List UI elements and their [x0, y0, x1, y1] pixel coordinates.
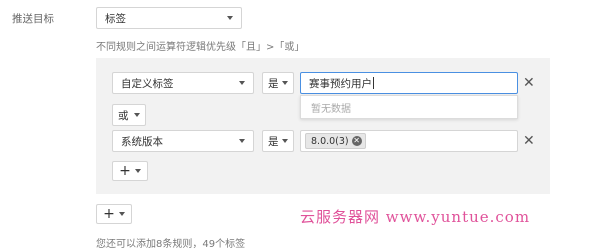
- dropdown-empty-text: 暂无数据: [311, 103, 351, 115]
- chevron-down-icon: [118, 212, 125, 216]
- chevron-down-icon: [134, 113, 140, 117]
- rule-priority-hint: 不同规则之间运算符逻辑优先级「且」>「或」: [96, 42, 305, 53]
- chevron-down-icon: [227, 16, 233, 20]
- chevron-down-icon: [282, 81, 288, 85]
- rule2-operator-select[interactable]: 是: [262, 130, 294, 152]
- rule1-remove-icon[interactable]: ✕: [523, 76, 535, 90]
- add-condition-button[interactable]: +: [112, 161, 148, 181]
- rule1-field-value: 自定义标签: [121, 77, 174, 90]
- chevron-down-icon: [239, 81, 245, 85]
- rule2-value-field[interactable]: 8.0.0(3) ✕: [300, 130, 518, 152]
- value-chip: 8.0.0(3) ✕: [305, 133, 366, 149]
- chevron-down-icon: [282, 139, 288, 143]
- rule1-field-select[interactable]: 自定义标签: [112, 72, 254, 94]
- chevron-down-icon: [239, 139, 245, 143]
- rule2-operator-value: 是: [268, 135, 279, 148]
- push-target-label: 推送目标: [12, 13, 54, 25]
- add-rule-button[interactable]: +: [96, 204, 132, 224]
- value-chip-text: 8.0.0(3): [311, 135, 349, 147]
- rule1-operator-value: 是: [268, 77, 279, 90]
- join-operator-value: 或: [118, 109, 129, 122]
- rule1-value-text: 赛事预约用户: [309, 77, 372, 90]
- plus-icon: +: [103, 206, 115, 222]
- rule2-field-value: 系统版本: [121, 135, 163, 148]
- rule1-value-input[interactable]: 赛事预约用户: [300, 72, 518, 94]
- chevron-down-icon: [134, 169, 141, 173]
- remaining-rules-hint: 您还可以添加8条规则，49个标签: [96, 239, 246, 250]
- rule2-field-select[interactable]: 系统版本: [112, 130, 254, 152]
- chip-remove-icon[interactable]: ✕: [351, 136, 362, 146]
- rule1-operator-select[interactable]: 是: [262, 72, 294, 94]
- rule1-value-dropdown: 暂无数据: [300, 95, 518, 119]
- watermark-text: 云服务器网 www.yuntue.com: [300, 208, 531, 226]
- push-target-select[interactable]: 标签: [96, 7, 242, 29]
- push-target-selected: 标签: [105, 12, 126, 25]
- join-operator-select[interactable]: 或: [112, 104, 146, 126]
- plus-icon: +: [119, 163, 131, 179]
- rule2-remove-icon[interactable]: ✕: [523, 134, 535, 148]
- text-cursor: [373, 77, 374, 89]
